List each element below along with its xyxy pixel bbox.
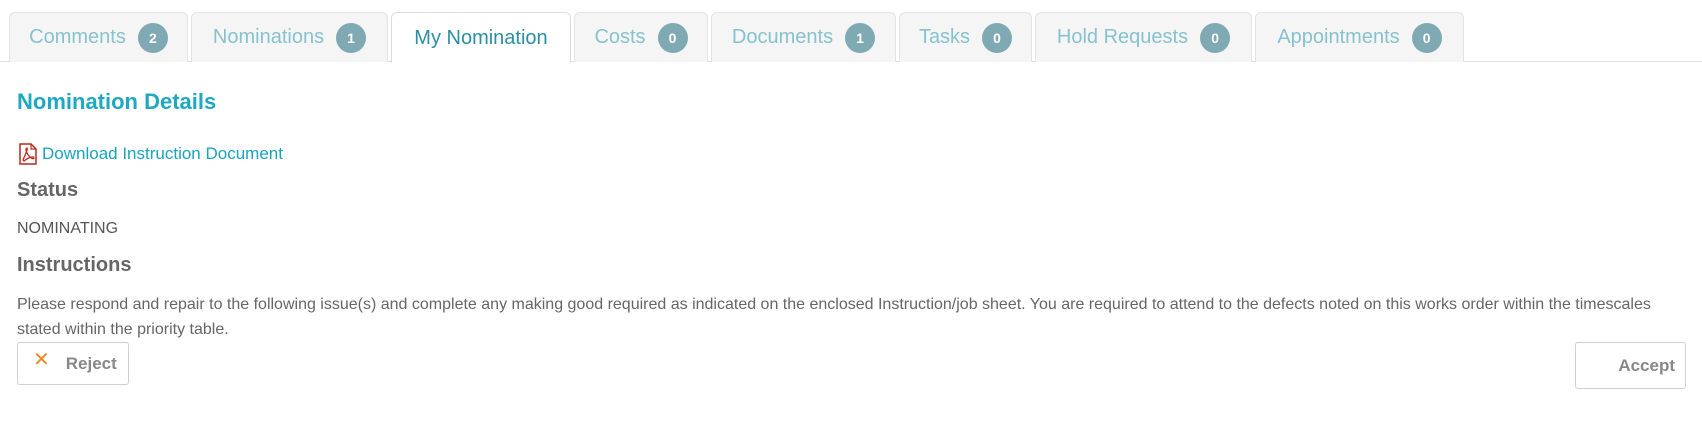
count-badge: 0 — [657, 22, 688, 53]
tab-appointments[interactable]: Appointments 0 — [1255, 12, 1464, 62]
download-link-label: Download Instruction Document — [42, 144, 283, 163]
count-badge: 0 — [1200, 22, 1231, 53]
instructions-text: Please respond and repair to the followi… — [17, 296, 1651, 338]
tab-costs[interactable]: Costs 0 — [574, 12, 708, 62]
tab-comments[interactable]: Comments 2 — [9, 12, 188, 62]
tab-tasks[interactable]: Tasks 0 — [899, 12, 1032, 62]
reject-button[interactable]: ✕ Reject — [17, 342, 129, 385]
accept-button[interactable]: Accept — [1575, 342, 1686, 389]
close-icon: ✕ — [33, 349, 50, 371]
count-badge: 1 — [845, 22, 876, 53]
tab-label: Documents — [731, 26, 834, 48]
tab-label: Comments — [29, 26, 126, 48]
status-label: Status — [17, 179, 79, 201]
tab-nominations[interactable]: Nominations 1 — [191, 12, 388, 62]
tab-label: Nominations — [212, 26, 325, 48]
section-title: Nomination Details — [17, 89, 217, 114]
tab-hold-requests[interactable]: Hold Requests 0 — [1035, 12, 1252, 62]
instructions-label: Instructions — [17, 254, 132, 276]
status-value: NOMINATING — [17, 220, 119, 237]
tab-label: Appointments — [1277, 26, 1400, 48]
tab-bar: Comments 2 Nominations 1 My Nomination C… — [0, 0, 1702, 63]
count-badge: 2 — [137, 22, 168, 53]
download-instruction-link[interactable]: Download Instruction Document — [17, 143, 283, 165]
tab-my-nomination[interactable]: My Nomination — [391, 12, 571, 63]
tab-label: My Nomination — [414, 26, 548, 49]
tab-label: Tasks — [918, 26, 971, 48]
reject-label: Reject — [65, 353, 117, 373]
pdf-icon — [17, 143, 39, 165]
count-badge: 1 — [336, 22, 367, 53]
tab-label: Costs — [594, 26, 646, 48]
tab-documents[interactable]: Documents 1 — [711, 12, 896, 62]
tab-label: Hold Requests — [1056, 26, 1189, 48]
count-badge: 0 — [1411, 22, 1442, 53]
count-badge: 0 — [982, 22, 1013, 53]
accept-label: Accept — [1618, 355, 1675, 375]
